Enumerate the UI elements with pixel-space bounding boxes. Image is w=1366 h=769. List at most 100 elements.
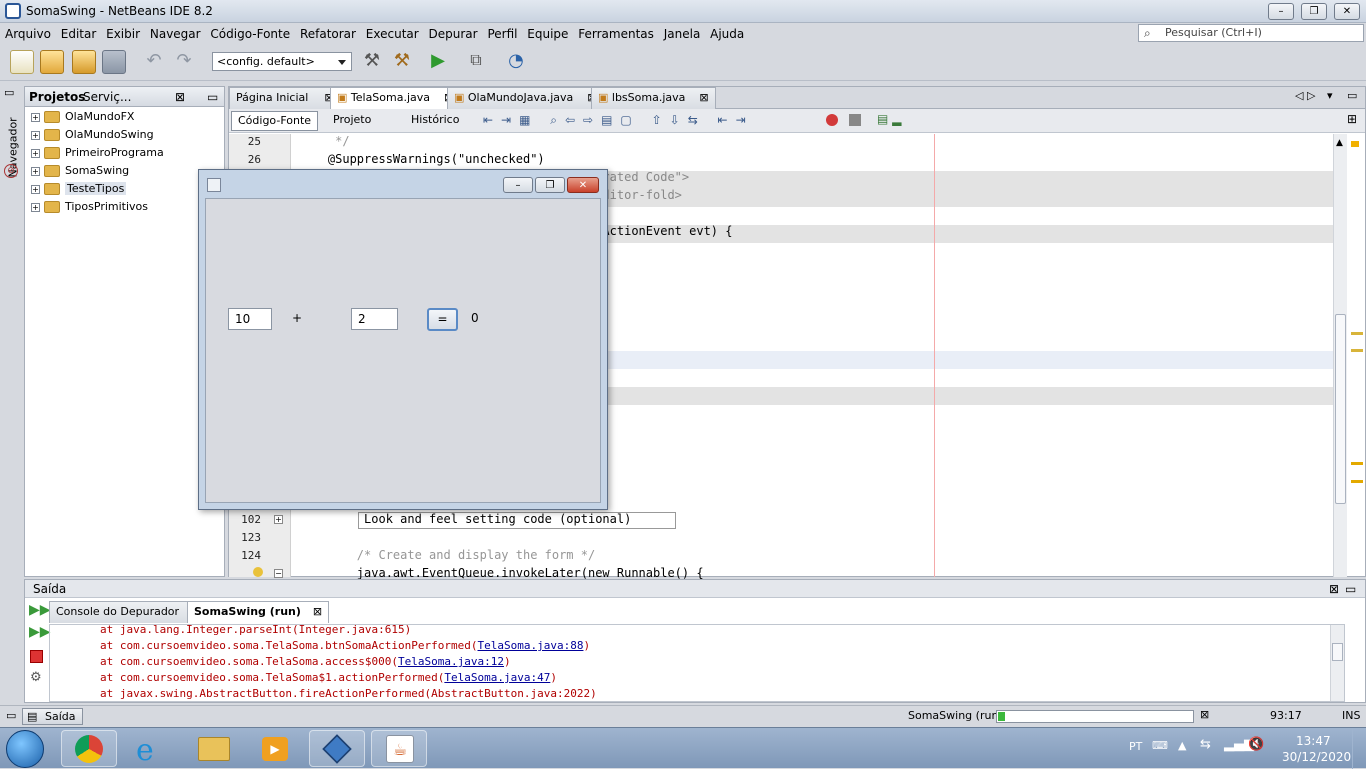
menu-codigo-fonte[interactable]: Código-Fonte bbox=[207, 23, 293, 45]
code-line[interactable]: java.awt.EventQueue.invokeLater(new Runn… bbox=[299, 566, 704, 580]
start-button[interactable] bbox=[6, 730, 44, 768]
volume-muted-icon[interactable]: 🔇 bbox=[1248, 737, 1264, 752]
source-link[interactable]: TelaSoma.java:12 bbox=[398, 655, 504, 668]
split-editor-icon[interactable]: ⊞ bbox=[1347, 112, 1357, 126]
expand-icon[interactable]: + bbox=[31, 202, 40, 212]
tab-list-icon[interactable]: ▾ bbox=[1327, 89, 1333, 102]
keyboard-icon[interactable]: ⌨ bbox=[1152, 739, 1168, 752]
expand-icon[interactable]: + bbox=[31, 130, 40, 140]
project-item-selected[interactable]: + TesteTipos bbox=[31, 180, 127, 198]
project-item[interactable]: + PrimeiroPrograma bbox=[31, 144, 164, 162]
menu-perfil[interactable]: Perfil bbox=[484, 23, 520, 45]
source-link[interactable]: TelaSoma.java:88 bbox=[478, 639, 584, 652]
fold-expand-icon[interactable]: + bbox=[274, 515, 283, 524]
cancel-progress-icon[interactable]: ⊠ bbox=[1200, 708, 1209, 721]
output-minimized-tab[interactable]: ▤ Saída bbox=[22, 708, 83, 725]
comment-icon[interactable]: ▤ ▂ bbox=[877, 112, 901, 126]
num1-field[interactable]: 10 bbox=[228, 308, 272, 330]
java-taskbar-button[interactable]: ☕ bbox=[371, 730, 427, 767]
network-icon[interactable]: ⇆ bbox=[1200, 737, 1211, 752]
maximize-editor-icon[interactable]: ▭ bbox=[1347, 89, 1357, 102]
language-indicator[interactable]: PT bbox=[1129, 740, 1142, 753]
menu-executar[interactable]: Executar bbox=[363, 23, 422, 45]
restore-icon[interactable]: ▭ bbox=[6, 709, 16, 722]
menu-arquivo[interactable]: Arquivo bbox=[2, 23, 54, 45]
explorer-taskbar-button[interactable] bbox=[185, 730, 241, 767]
folded-code-box[interactable] bbox=[358, 512, 676, 529]
profile-icon[interactable]: ◔ bbox=[504, 50, 528, 74]
run-icon[interactable]: ▶ bbox=[426, 50, 450, 74]
menu-exibir[interactable]: Exibir bbox=[103, 23, 143, 45]
show-desktop-button[interactable] bbox=[1352, 728, 1366, 769]
close-tab-icon[interactable]: ⊠ bbox=[175, 90, 185, 104]
stop-macro-icon[interactable] bbox=[849, 114, 861, 126]
source-link[interactable]: TelaSoma.java:47 bbox=[444, 671, 550, 684]
menu-refatorar[interactable]: Refatorar bbox=[297, 23, 359, 45]
build-hammer-icon[interactable]: ⚒ bbox=[360, 50, 384, 74]
project-item[interactable]: + TiposPrimitivos bbox=[31, 198, 148, 216]
open-project-icon[interactable] bbox=[72, 50, 96, 74]
editor-tool-icons[interactable]: ⇤⇥▦ ⌕⇦⇨▤▢ ⇧⇩⇆ ⇤⇥ bbox=[483, 113, 754, 128]
redo-icon[interactable]: ↷ bbox=[172, 50, 196, 74]
editor-scrollbar[interactable]: ▲ bbox=[1333, 134, 1347, 577]
tab-telasoma[interactable]: ▣ TelaSoma.java⊠ bbox=[330, 87, 461, 110]
record-macro-icon[interactable] bbox=[826, 114, 838, 126]
restore-window-icon[interactable]: ▭ bbox=[4, 86, 14, 99]
tab-somaswing-run[interactable]: SomaSwing (run) ⊠ bbox=[187, 601, 330, 623]
error-stripe-mark[interactable] bbox=[1351, 332, 1363, 335]
stop-icon[interactable] bbox=[30, 650, 43, 663]
rerun-params-icon[interactable]: ▶▶ bbox=[29, 624, 51, 640]
output-scrollbar[interactable] bbox=[1330, 625, 1344, 701]
expand-icon[interactable]: + bbox=[31, 112, 40, 122]
menu-ferramentas[interactable]: Ferramentas bbox=[575, 23, 657, 45]
menu-ajuda[interactable]: Ajuda bbox=[707, 23, 747, 45]
new-file-icon[interactable] bbox=[10, 50, 34, 74]
error-stripe-mark[interactable] bbox=[1351, 480, 1363, 483]
project-item[interactable]: + SomaSwing bbox=[31, 162, 129, 180]
error-stripe-mark[interactable] bbox=[1351, 141, 1359, 147]
ie-taskbar-button[interactable]: e bbox=[123, 730, 179, 768]
code-line[interactable]: @SuppressWarnings("unchecked") bbox=[299, 152, 545, 166]
swing-minimize-button[interactable]: – bbox=[503, 177, 533, 193]
error-stripe-mark[interactable] bbox=[1351, 349, 1363, 352]
menu-editar[interactable]: Editar bbox=[58, 23, 100, 45]
tab-lbssoma[interactable]: ▣ lbsSoma.java ⊠ bbox=[591, 87, 716, 109]
tab-projeto[interactable]: Projeto bbox=[327, 111, 377, 131]
minimize-button[interactable]: – bbox=[1268, 3, 1294, 20]
fold-collapse-icon[interactable]: − bbox=[274, 569, 283, 578]
swing-maximize-button[interactable]: ❐ bbox=[535, 177, 565, 193]
undo-icon[interactable]: ↶ bbox=[142, 50, 166, 74]
show-hidden-icons[interactable]: ▲ bbox=[1178, 739, 1186, 752]
tab-servicos[interactable]: Serviç... bbox=[83, 90, 131, 104]
tab-historico[interactable]: Histórico bbox=[405, 111, 465, 131]
tab-projetos[interactable]: Projetos bbox=[29, 90, 85, 104]
code-line[interactable]: /* Create and display the form */ bbox=[299, 548, 595, 562]
clock-date[interactable]: 30/12/2020 bbox=[1282, 750, 1351, 764]
media-player-taskbar-button[interactable]: ▶ bbox=[247, 730, 303, 767]
virtualbox-taskbar-button[interactable] bbox=[309, 730, 365, 767]
expand-icon[interactable]: + bbox=[31, 148, 40, 158]
tab-console-depurador[interactable]: Console do Depurador⊠ bbox=[49, 601, 204, 623]
code-line[interactable]: */ bbox=[299, 134, 349, 148]
num2-field[interactable]: 2 bbox=[351, 308, 398, 330]
chrome-taskbar-button[interactable] bbox=[61, 730, 117, 767]
clock-time[interactable]: 13:47 bbox=[1296, 734, 1331, 748]
scroll-tabs-icon[interactable]: ◁ ▷ bbox=[1295, 89, 1315, 102]
new-project-icon[interactable] bbox=[40, 50, 64, 74]
menu-navegar[interactable]: Navegar bbox=[147, 23, 204, 45]
close-button[interactable]: ✕ bbox=[1334, 3, 1360, 20]
expand-icon[interactable]: + bbox=[31, 166, 40, 176]
maximize-output-icon[interactable]: ▭ bbox=[1345, 580, 1356, 598]
swing-close-button[interactable]: ✕ bbox=[567, 177, 599, 193]
scroll-thumb[interactable] bbox=[1332, 643, 1343, 661]
debug-icon[interactable]: ⧉ bbox=[464, 50, 488, 74]
save-all-icon[interactable] bbox=[102, 50, 126, 74]
error-stripe-mark[interactable] bbox=[1351, 462, 1363, 465]
maximize-button[interactable]: ❐ bbox=[1301, 3, 1327, 20]
minimize-panel-icon[interactable]: ▭ bbox=[207, 90, 218, 104]
hint-bulb-icon[interactable] bbox=[253, 567, 263, 577]
close-icon[interactable]: ⊠ bbox=[313, 605, 322, 618]
equals-button[interactable]: = bbox=[427, 308, 458, 331]
scroll-thumb[interactable] bbox=[1335, 314, 1346, 504]
settings-icon[interactable]: ⚙ bbox=[30, 670, 42, 685]
